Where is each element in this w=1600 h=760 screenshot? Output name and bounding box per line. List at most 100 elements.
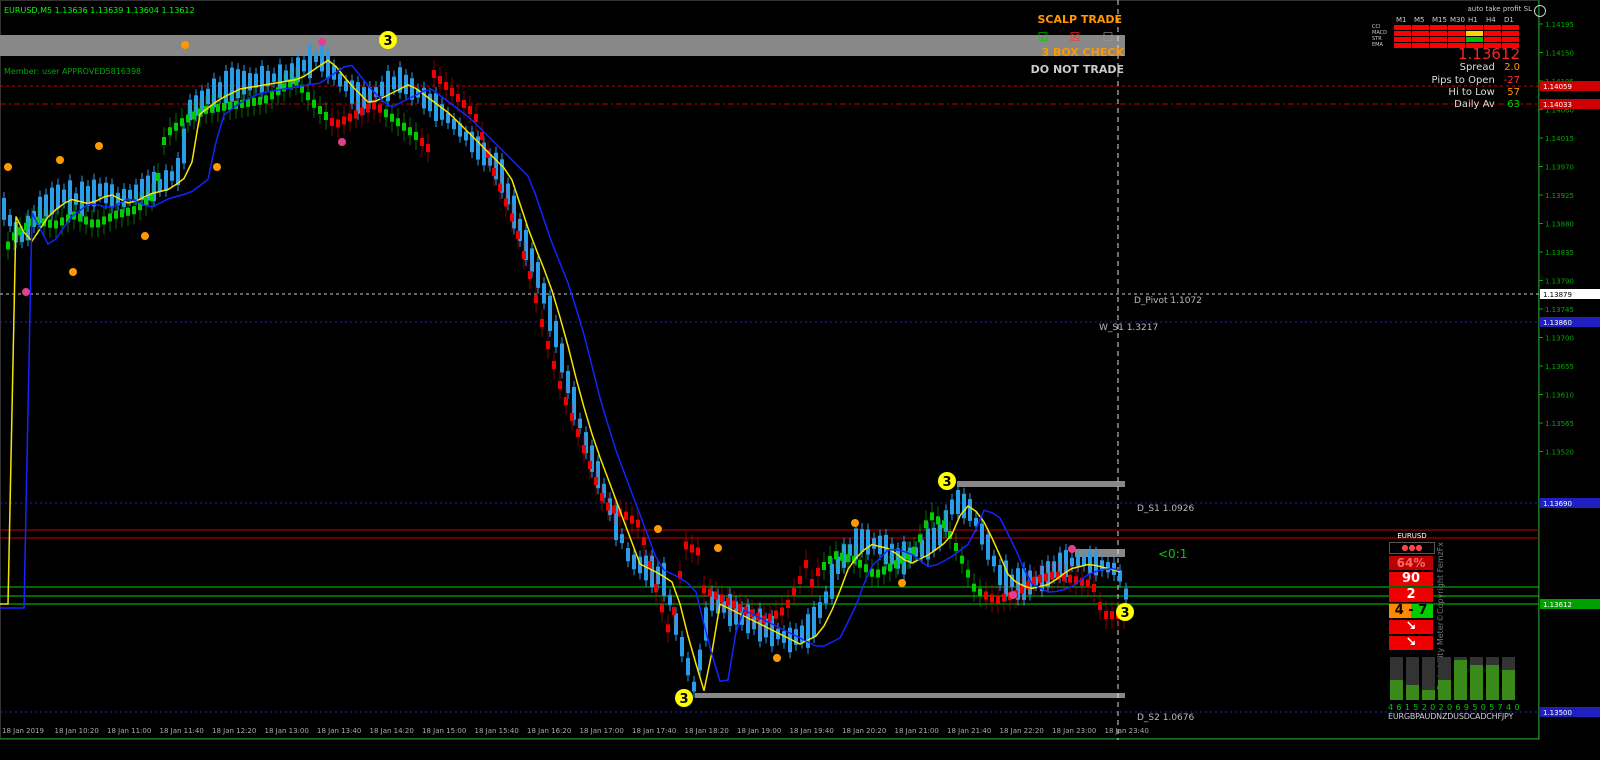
ribbon-block: [702, 585, 706, 594]
mtf-cell: [1448, 43, 1465, 48]
ribbon-block: [348, 113, 352, 122]
price-tag-label: 1.13860: [1543, 319, 1572, 327]
ribbon-block: [306, 92, 310, 101]
mtf-cell: [1502, 31, 1519, 36]
candle: [272, 73, 276, 82]
mtf-tf-h1: H1: [1468, 16, 1478, 24]
ribbon-block: [48, 219, 52, 228]
ribbon-block: [108, 213, 112, 222]
ribbon-block: [1044, 573, 1048, 582]
candle: [74, 193, 78, 205]
checkbox-ok-icon: ☑: [1037, 30, 1049, 44]
price-tag-label: 1.13879: [1543, 291, 1572, 299]
strength-bar-bg: [1406, 657, 1419, 685]
scalp-trade-label: SCALP TRADE: [1037, 13, 1122, 26]
candle: [962, 493, 966, 519]
candle: [818, 602, 822, 618]
candle: [998, 564, 1002, 586]
pm-value-2: 2: [1389, 588, 1433, 602]
time-tick-label: 18 Jan 11:40: [160, 727, 204, 735]
candle: [104, 182, 108, 204]
ribbon-block: [984, 591, 988, 600]
ribbon-block: [894, 560, 898, 569]
ribbon-block: [720, 594, 724, 603]
time-tick-label: 18 Jan 19:40: [790, 727, 834, 735]
ribbon-block: [1020, 585, 1024, 594]
ribbon-block: [606, 502, 610, 511]
ribbon-block: [372, 101, 376, 110]
candle: [866, 529, 870, 555]
time-tick-label: 18 Jan 22:20: [1000, 727, 1044, 735]
candle: [956, 490, 960, 514]
mtf-cell: [1412, 25, 1429, 30]
ribbon-block: [558, 381, 562, 389]
ribbon-block: [804, 560, 808, 568]
time-tick-label: 18 Jan 23:40: [1105, 727, 1149, 735]
mtf-tf-m15: M15: [1432, 16, 1447, 24]
ribbon-block: [444, 82, 448, 90]
time-tick-label: 18 Jan 18:20: [685, 727, 729, 735]
candle: [80, 181, 84, 217]
ribbon-block: [540, 319, 544, 327]
mtf-cell: [1484, 25, 1501, 30]
mtf-cell: [1430, 43, 1447, 48]
price-tag-label: 1.14059: [1543, 83, 1572, 91]
candle: [1076, 554, 1080, 567]
ribbon-block: [354, 110, 358, 119]
fractal-dot: [714, 544, 722, 552]
strength-bar-bg: [1422, 657, 1435, 690]
fractal-dot: [141, 232, 149, 240]
ribbon-block: [642, 537, 646, 545]
currency-list: EURGBPAUDNZDUSDCADCHFJPY: [1388, 712, 1514, 721]
ribbon-block: [1086, 579, 1090, 588]
price-tick-label: 1.13790: [1545, 278, 1574, 286]
ribbon-block: [156, 173, 160, 181]
ribbon-block: [576, 429, 580, 437]
ribbon-block: [594, 477, 598, 485]
ribbon-block: [624, 511, 628, 520]
ribbon-block: [888, 563, 892, 572]
daily-value: 63: [1507, 99, 1520, 110]
ribbon-block: [960, 555, 964, 564]
candle: [1082, 556, 1086, 566]
resistance-zone: [0, 35, 1125, 56]
ribbon-block: [630, 515, 634, 524]
fractal-dot: [95, 142, 103, 150]
mtf-cell: [1466, 37, 1483, 42]
marker-three-label: 3: [942, 475, 951, 490]
price-chart[interactable]: 33331.141951.141501.141051.140601.140151…: [0, 0, 1600, 756]
candle: [236, 69, 240, 99]
candle: [230, 67, 234, 102]
ribbon-block: [708, 588, 712, 597]
ribbon-block: [918, 534, 922, 543]
price-tick-label: 1.14015: [1545, 135, 1574, 143]
candle: [200, 90, 204, 112]
candle: [674, 613, 678, 635]
candle: [986, 534, 990, 560]
ribbon-block: [738, 603, 742, 612]
candle: [68, 180, 72, 215]
probability-meter: EURUSD ●●● 64% 90 2 4 - 7 ↘ ↘: [1389, 532, 1435, 652]
pm-dots: ●●●: [1389, 542, 1435, 554]
ribbon-block: [654, 584, 658, 593]
time-tick-label: 18 Jan 13:00: [265, 727, 309, 735]
ribbon-block: [318, 106, 322, 114]
price-tick-label: 1.13745: [1545, 306, 1574, 314]
chart-area[interactable]: 33331.141951.141501.141051.140601.140151…: [0, 0, 1600, 756]
close-icon[interactable]: [1534, 5, 1546, 17]
candle: [686, 658, 690, 676]
pm-pair: EURUSD: [1397, 532, 1427, 540]
candle: [530, 248, 534, 272]
spread-label: Spread: [1459, 62, 1495, 73]
ribbon-block: [516, 231, 520, 239]
candle: [8, 214, 12, 227]
time-tick-label: 18 Jan 17:40: [632, 727, 676, 735]
candle: [134, 184, 138, 200]
time-tick-label: 18 Jan 15:40: [475, 727, 519, 735]
ribbon-block: [672, 607, 676, 615]
candle: [656, 566, 660, 585]
ribbon-block: [336, 119, 340, 128]
ribbon-block: [96, 219, 100, 228]
candle: [878, 535, 882, 555]
candle: [1124, 588, 1128, 600]
